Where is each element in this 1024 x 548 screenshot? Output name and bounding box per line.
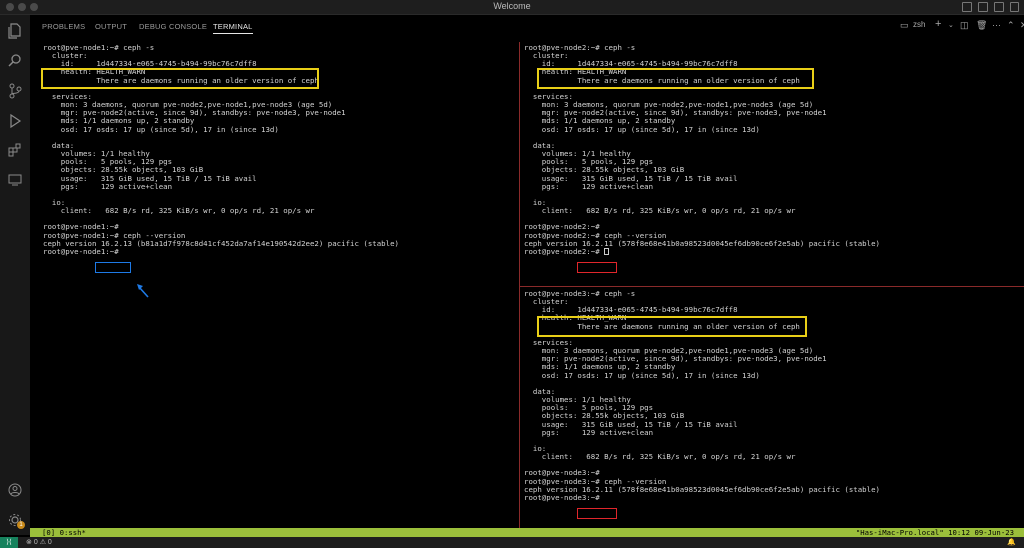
terminal-cursor [604,247,610,255]
window-title: Welcome [493,1,531,11]
status-bar: ⟩⟨ ⊗ 0 ⚠ 0 🔔 [0,537,1024,548]
terminal-line: root@pve-node2:~# ceph -s [524,43,636,52]
title-bar: Welcome [0,0,1024,15]
activity-bar: 1 [0,15,30,535]
terminal-line: pgs: 129 active+clean [43,181,173,191]
terminal-line: root@pve-node3:~# ceph -s [524,289,636,298]
terminal-line: pgs: 129 active+clean [524,181,654,191]
chevron-down-icon[interactable]: ⌄ [948,21,954,29]
tab-output[interactable]: OUTPUT [95,22,127,31]
health-warn-highlight-node3 [537,316,807,337]
version-highlight-node3 [577,508,617,519]
close-icon[interactable]: ✕ [1020,20,1024,31]
warning-icon: ⚠ [39,539,46,546]
toggle-sidebar-icon[interactable] [962,2,972,12]
split-icon[interactable]: ◫ [960,20,969,31]
search-icon[interactable] [7,53,23,69]
terminal-line: osd: 17 osds: 17 up (since 5d), 17 in (s… [43,124,279,134]
arrow-annotation [137,284,149,298]
pane-divider-vertical[interactable] [519,42,520,528]
terminal-line: osd: 17 osds: 17 up (since 5d), 17 in (s… [524,124,760,134]
terminal-line: root@pve-node1:~# [43,246,119,256]
tab-problems[interactable]: PROBLEMS [42,22,85,31]
source-control-icon[interactable] [7,83,23,99]
pane-divider-horizontal[interactable] [520,286,1024,287]
maximize-icon[interactable]: ⌃ [1007,20,1015,31]
notifications-bell-icon[interactable]: 🔔 [1007,537,1016,548]
tmux-status-bar: [0] 0:ssh* "Has-iMac-Pro.local" 10:12 09… [30,528,1024,537]
shell-label[interactable]: zsh [913,20,925,29]
settings-gear-icon[interactable]: 1 [7,513,25,529]
account-icon[interactable] [7,483,23,499]
tab-terminal[interactable]: TERMINAL [213,22,253,34]
extensions-icon[interactable] [7,143,23,159]
customize-layout-icon[interactable] [1010,2,1019,12]
terminal-icon: ▭ [900,20,909,30]
panel-header: PROBLEMS OUTPUT DEBUG CONSOLE TERMINAL ▭… [30,15,1024,37]
terminal-line: root@pve-node3:~# [524,492,600,502]
terminal-line: client: 682 B/s rd, 325 KiB/s wr, 0 op/s… [524,206,796,216]
terminal-line: client: 682 B/s rd, 325 KiB/s wr, 0 op/s… [524,452,796,462]
settings-badge: 1 [17,521,25,529]
version-highlight-node1 [95,262,131,273]
explorer-icon[interactable] [7,23,23,39]
tab-debug-console[interactable]: DEBUG CONSOLE [139,22,207,31]
terminal-line: root@pve-node2:~# [524,247,880,256]
terminal-line: pgs: 129 active+clean [524,427,654,437]
more-icon[interactable]: ··· [992,20,1001,30]
tmux-host-clock: "Has-iMac-Pro.local" 10:12 09-Jun-23 [855,528,1014,537]
plus-icon[interactable]: + [935,18,941,30]
warning-count: 0 [47,539,52,546]
terminal-line: client: 682 B/s rd, 325 KiB/s wr, 0 op/s… [43,206,315,216]
problems-indicator[interactable]: ⊗ 0 ⚠ 0 [26,537,52,548]
remote-explorer-icon[interactable] [7,173,23,189]
health-warn-highlight-node1 [41,68,319,89]
tmux-window-list[interactable]: [0] 0:ssh* [42,528,86,537]
terminal-line: root@pve-node1:~# ceph -s [43,43,155,52]
health-warn-highlight-node2 [537,68,814,89]
terminal-line: osd: 17 osds: 17 up (since 5d), 17 in (s… [524,370,760,380]
toggle-secondary-sidebar-icon[interactable] [994,2,1004,12]
error-count: 0 [33,539,38,546]
error-icon: ⊗ [26,539,32,546]
version-highlight-node2 [577,262,617,273]
toggle-panel-icon[interactable] [978,2,988,12]
remote-indicator-icon[interactable]: ⟩⟨ [0,537,18,548]
trash-icon[interactable]: 🗑 [976,20,987,31]
run-debug-icon[interactable] [7,113,23,129]
